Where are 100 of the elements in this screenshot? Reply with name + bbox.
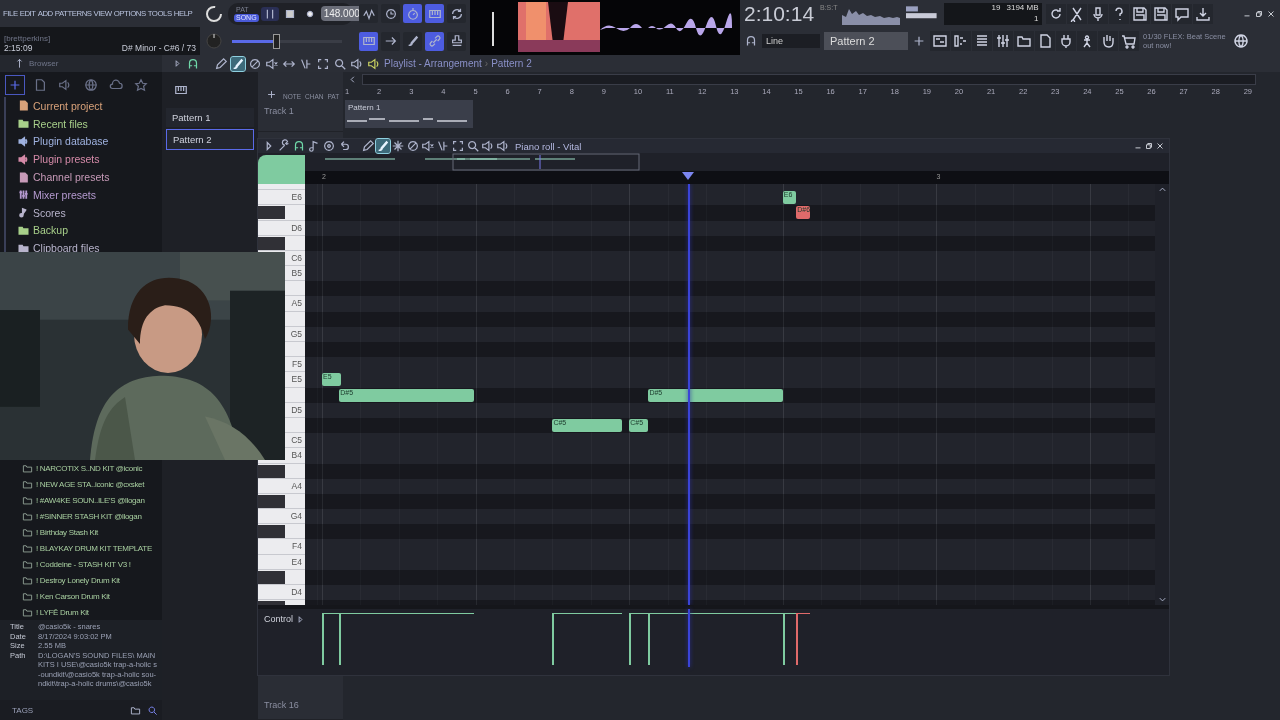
help-button[interactable] xyxy=(1108,3,1129,24)
velocity-stem[interactable] xyxy=(322,613,342,666)
key-label[interactable]: D6 xyxy=(291,222,302,233)
brush-button[interactable] xyxy=(403,31,422,51)
pencil-icon[interactable] xyxy=(361,139,375,153)
folder-item[interactable]: ! Coddeine - STASH KIT V3 ! xyxy=(36,559,131,569)
magnet-icon[interactable] xyxy=(186,56,200,71)
browser-item[interactable]: Backup xyxy=(33,224,69,237)
save-button[interactable] xyxy=(1150,3,1171,24)
magnet-icon[interactable] xyxy=(292,139,306,153)
key-label[interactable]: D5 xyxy=(291,404,302,415)
volume-slider[interactable] xyxy=(232,33,342,49)
playlist-button[interactable] xyxy=(930,31,950,51)
close-icon[interactable] xyxy=(1266,8,1276,19)
track-header[interactable]: Track 1 xyxy=(258,102,343,132)
save-button[interactable] xyxy=(1129,3,1150,24)
browser-item[interactable]: Recent files xyxy=(33,117,88,130)
search-icon[interactable] xyxy=(333,56,347,71)
reload-button[interactable] xyxy=(1045,3,1066,24)
keyboard-button[interactable] xyxy=(359,31,378,51)
velocity-stem[interactable] xyxy=(339,613,474,666)
search-icon[interactable] xyxy=(147,704,158,716)
plus-icon[interactable] xyxy=(266,89,277,100)
clock-button[interactable] xyxy=(381,4,400,23)
folder-item[interactable]: ! LYFĒ Drum Kit xyxy=(36,607,89,617)
knob[interactable] xyxy=(204,3,224,24)
browser-item[interactable]: Scores xyxy=(33,206,66,219)
scrollbar[interactable] xyxy=(362,74,1256,85)
key-label[interactable]: E5 xyxy=(291,374,302,385)
key-label[interactable]: G4 xyxy=(290,511,302,522)
microphone-button[interactable] xyxy=(1087,3,1108,24)
search-icon[interactable] xyxy=(466,139,480,153)
pattern-selector[interactable]: Pattern 2 xyxy=(824,32,908,50)
brush-icon[interactable] xyxy=(376,139,390,153)
velocity-stem[interactable] xyxy=(552,613,622,666)
figure-button[interactable] xyxy=(1077,31,1097,51)
caret-icon[interactable] xyxy=(172,58,183,69)
sharp-key[interactable] xyxy=(258,570,285,584)
restore-icon[interactable] xyxy=(1254,8,1264,19)
wave-button[interactable] xyxy=(359,4,378,23)
folder-item[interactable]: ! #AW4KE SOUN..ILE'S @llogan xyxy=(36,495,145,505)
key-label[interactable]: B5 xyxy=(291,268,302,279)
sharp-key[interactable] xyxy=(258,494,285,508)
arrow-right-button[interactable] xyxy=(381,31,400,51)
playhead-marker[interactable] xyxy=(682,172,694,180)
key-label[interactable]: A5 xyxy=(291,298,302,309)
no-entry-icon[interactable] xyxy=(248,56,262,71)
close-icon[interactable] xyxy=(1155,141,1165,151)
pattern-item[interactable]: Pattern 1 xyxy=(166,108,254,127)
plug-button[interactable] xyxy=(1056,31,1076,51)
record-icon[interactable] xyxy=(322,139,336,153)
speaker-icon[interactable] xyxy=(350,56,364,71)
folder-item[interactable]: ! Destroy Lonely Drum Kit xyxy=(36,575,120,585)
velocity-stem[interactable] xyxy=(782,613,797,666)
brush-icon[interactable] xyxy=(231,56,245,71)
pin-icon[interactable] xyxy=(14,58,25,69)
piano-roll-button[interactable] xyxy=(951,31,971,51)
mute-icon[interactable] xyxy=(421,139,435,153)
sharp-key[interactable] xyxy=(258,236,285,250)
stopwatch-button[interactable] xyxy=(403,4,422,23)
browser-item[interactable]: Plugin database xyxy=(33,135,109,148)
key-label[interactable]: D4 xyxy=(291,587,302,598)
browser-item[interactable]: Current project xyxy=(33,99,103,112)
key-label[interactable]: G5 xyxy=(290,328,302,339)
link-button[interactable] xyxy=(425,31,444,51)
sharp-key[interactable] xyxy=(258,464,285,478)
pattern-item[interactable]: Pattern 2 xyxy=(166,129,254,150)
plus-icon[interactable] xyxy=(912,34,926,48)
sharp-key[interactable] xyxy=(258,525,285,539)
wrench-icon[interactable] xyxy=(277,139,291,153)
speaker-icon[interactable] xyxy=(481,139,495,153)
key-label[interactable]: F4 xyxy=(292,541,302,552)
hand-button[interactable] xyxy=(1098,31,1118,51)
folder-button[interactable] xyxy=(1014,31,1034,51)
browser-item[interactable]: Mixer presets xyxy=(33,188,96,201)
select-icon[interactable] xyxy=(316,56,330,71)
browser-item[interactable]: Clipboard files xyxy=(33,242,100,255)
folder-item[interactable]: ! NARCOTIX S..ND KIT @iconic xyxy=(36,463,143,473)
mixer-button[interactable] xyxy=(993,31,1013,51)
file-button[interactable] xyxy=(1035,31,1055,51)
key-label[interactable]: C5 xyxy=(291,435,302,446)
select-icon[interactable] xyxy=(451,139,465,153)
browser-item[interactable]: Plugin presets xyxy=(33,153,100,166)
cart-button[interactable] xyxy=(1119,31,1139,51)
speaker-icon[interactable] xyxy=(367,56,381,71)
mute-icon[interactable] xyxy=(265,56,279,71)
magnet-icon[interactable] xyxy=(744,34,758,48)
track-header[interactable]: Track 16 xyxy=(258,696,343,720)
sharp-key[interactable] xyxy=(258,206,285,220)
stamp-button[interactable] xyxy=(447,31,466,51)
folder-item[interactable]: ! Birthday Stash Kit xyxy=(36,527,99,537)
download-button[interactable] xyxy=(1192,3,1213,24)
plus-icon[interactable] xyxy=(6,75,24,94)
folder-item[interactable]: ! #SINNER STASH KIT @llogan xyxy=(36,511,142,521)
key-label[interactable]: B4 xyxy=(291,450,302,461)
pencil-icon[interactable] xyxy=(214,56,228,71)
pattern-clip[interactable]: Pattern 1 xyxy=(345,100,473,128)
snap-dropdown[interactable]: Line xyxy=(762,34,820,48)
key-label[interactable]: F5 xyxy=(292,359,302,370)
caret-icon[interactable] xyxy=(295,614,306,626)
